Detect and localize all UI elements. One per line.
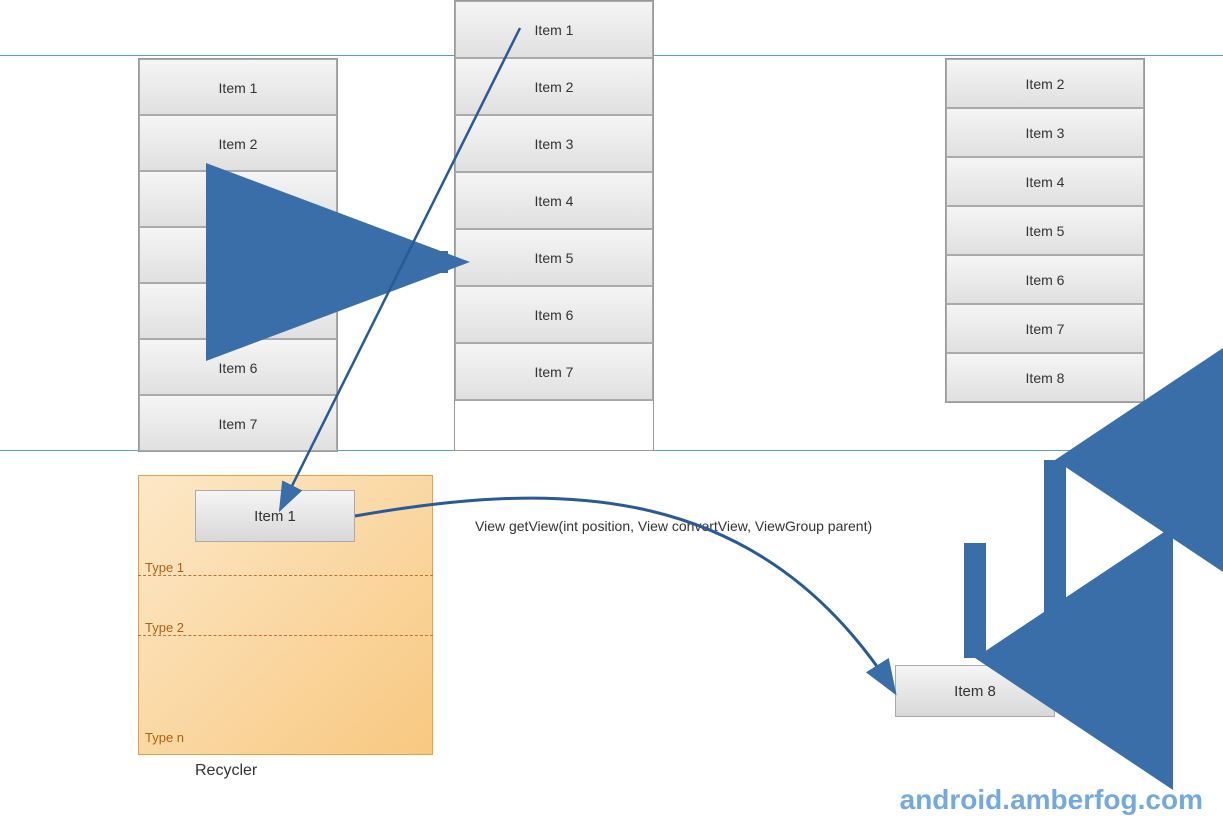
list-item: Item 7 xyxy=(946,304,1144,353)
recycler-divider-2 xyxy=(138,635,433,636)
brand-label: android.amberfog.com xyxy=(900,784,1203,816)
list-item: Item 4 xyxy=(455,172,653,229)
recycler-type1-label: Type 1 xyxy=(145,560,184,575)
list-item: Item 2 xyxy=(946,59,1144,108)
item1-box: Item 1 xyxy=(195,490,355,542)
list-item: Item 6 xyxy=(455,286,653,343)
list-item: Item 2 xyxy=(139,115,337,171)
recycler-typen-label: Type n xyxy=(145,730,184,745)
list-item: Item 2 xyxy=(455,58,653,115)
list-item: Item 5 xyxy=(455,229,653,286)
list-item: Item 3 xyxy=(455,115,653,172)
middle-list: Item 1 Item 2 Item 3 Item 4 Item 5 Item … xyxy=(454,0,654,451)
list-item: Item 6 xyxy=(946,255,1144,304)
recycler-type2-label: Type 2 xyxy=(145,620,184,635)
list-item: Item 5 xyxy=(946,206,1144,255)
recycler-title: Recycler xyxy=(195,762,257,780)
list-item: Item 3 xyxy=(139,171,337,227)
list-item: Item 5 xyxy=(139,283,337,339)
left-list: Item 1 Item 2 Item 3 Item 4 Item 5 Item … xyxy=(138,58,338,452)
list-item: Item 3 xyxy=(946,108,1144,157)
recycler-divider-1 xyxy=(138,575,433,576)
list-item: Item 7 xyxy=(139,395,337,451)
right-list: Item 2 Item 3 Item 4 Item 5 Item 6 Item … xyxy=(945,58,1145,403)
list-item: Item 4 xyxy=(946,157,1144,206)
list-item: Item 6 xyxy=(139,339,337,395)
list-item: Item 1 xyxy=(455,1,653,58)
getview-text: View getView(int position, View convertV… xyxy=(475,518,872,534)
list-item: Item 8 xyxy=(946,353,1144,402)
list-item: Item 7 xyxy=(455,343,653,400)
list-item: Item 1 xyxy=(139,59,337,115)
item8-box: Item 8 xyxy=(895,665,1055,717)
list-item: Item 4 xyxy=(139,227,337,283)
